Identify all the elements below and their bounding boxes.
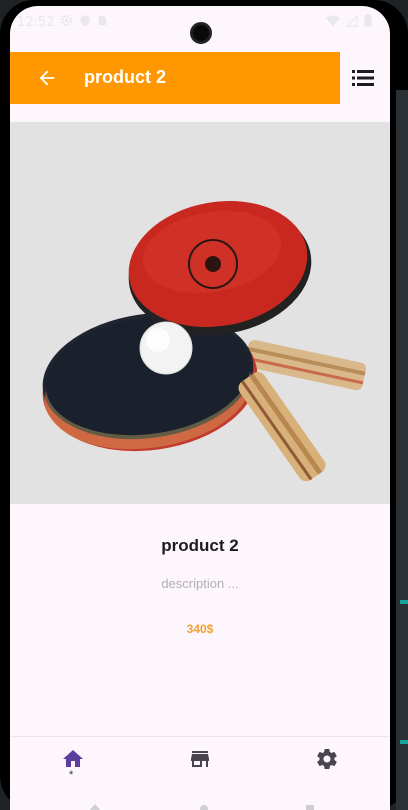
list-icon[interactable] bbox=[352, 69, 374, 87]
wifi-icon bbox=[326, 14, 340, 26]
nav-home-label: * bbox=[69, 769, 74, 781]
arrow-back-icon[interactable] bbox=[36, 67, 58, 89]
page-title: product 2 bbox=[84, 67, 167, 87]
product-name: product 2 bbox=[161, 536, 239, 555]
app-bar: product 2 bbox=[10, 52, 340, 104]
front-camera bbox=[190, 22, 212, 44]
home-icon[interactable] bbox=[61, 747, 85, 771]
status-bar: 12:52 bbox=[0, 0, 408, 44]
status-time: 12:52 bbox=[17, 15, 55, 30]
settings-icon[interactable] bbox=[315, 747, 339, 771]
background-window-strip bbox=[396, 90, 408, 810]
app-screen: product 2 product 2 description ... 340$… bbox=[10, 6, 390, 810]
gear-icon bbox=[60, 14, 73, 27]
store-icon[interactable] bbox=[188, 747, 212, 771]
bottom-navigation: * bbox=[10, 736, 390, 810]
shield-icon bbox=[80, 15, 90, 26]
product-description: description ... bbox=[161, 576, 239, 591]
battery-icon bbox=[364, 14, 372, 27]
table-tennis-paddles-image bbox=[42, 200, 366, 482]
system-navigation-bar bbox=[90, 804, 314, 810]
signal-icon bbox=[346, 14, 358, 27]
sim-card-icon bbox=[98, 15, 107, 26]
product-price: 340$ bbox=[186, 622, 214, 636]
product-image bbox=[10, 122, 390, 504]
